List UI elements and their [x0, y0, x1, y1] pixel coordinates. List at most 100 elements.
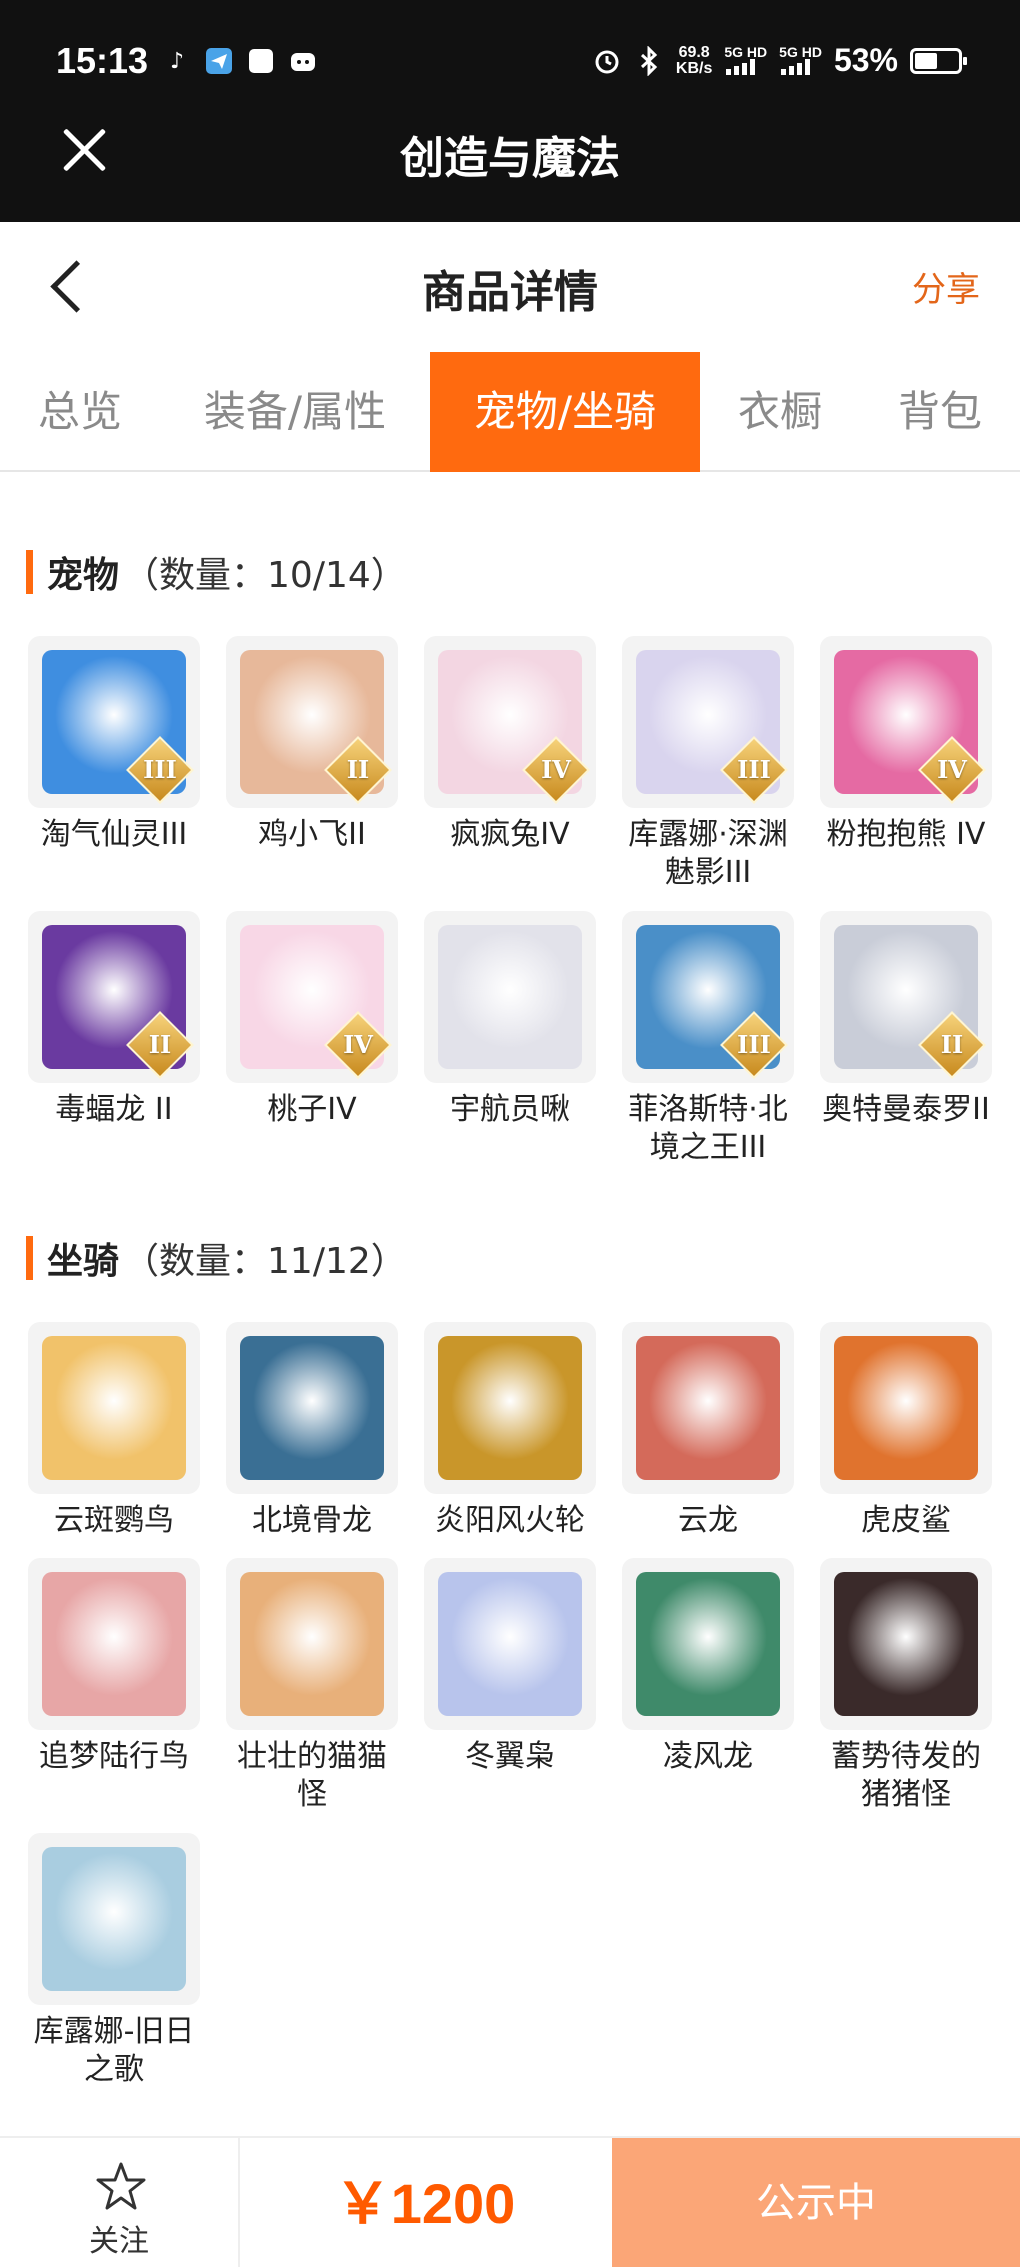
mount-name: 蓄势待发的猪猪怪 — [831, 1739, 981, 1812]
mount-image — [438, 1572, 582, 1716]
mount-name: 壮壮的猫猫怪 — [237, 1739, 387, 1812]
page-title: 商品详情 — [422, 267, 598, 318]
mount-item[interactable]: 虎皮鲨 — [820, 1322, 992, 1540]
mount-image — [240, 1336, 384, 1480]
mount-image — [834, 1572, 978, 1716]
mount-thumbnail — [424, 1558, 596, 1730]
message-app-icon — [204, 46, 234, 76]
mount-name: 云龙 — [678, 1503, 738, 1538]
follow-label: 关注 — [89, 2224, 149, 2259]
app-icon — [246, 46, 276, 76]
pet-thumbnail: II — [820, 911, 992, 1083]
tier-badge-text: III — [143, 755, 177, 784]
bluetooth-icon — [634, 45, 664, 76]
tab-overview[interactable]: 总览 — [0, 352, 160, 472]
mount-name: 追梦陆行鸟 — [39, 1739, 189, 1774]
mount-item[interactable]: 冬翼枭 — [424, 1558, 596, 1776]
pet-name: 库露娜·深渊魅影III — [628, 817, 788, 890]
mount-item[interactable]: 凌风龙 — [622, 1558, 794, 1776]
battery-percent: 53% — [833, 42, 898, 78]
signal-2: 5G HD — [779, 45, 822, 77]
mount-thumbnail — [226, 1322, 398, 1494]
pet-item[interactable]: II 鸡小飞II — [226, 636, 398, 854]
pets-title: 宠物 — [47, 555, 120, 596]
mount-thumbnail — [622, 1322, 794, 1494]
app-bar: 创造与魔法 — [0, 100, 1020, 222]
mount-thumbnail — [622, 1558, 794, 1730]
star-icon — [96, 2162, 146, 2210]
mounts-count: （数量：11/12） — [123, 1241, 407, 1282]
tab-equipment[interactable]: 装备/属性 — [180, 352, 410, 472]
section-marker — [26, 550, 33, 594]
tier-badge-text: IV — [541, 755, 571, 784]
mount-item[interactable]: 云斑鹦鸟 — [28, 1322, 200, 1540]
tier-badge-text: IV — [937, 755, 967, 784]
pet-item[interactable]: 宇航员啾 — [424, 911, 596, 1129]
mount-item[interactable]: 蓄势待发的猪猪怪 — [820, 1558, 992, 1814]
mount-image — [240, 1572, 384, 1716]
pets-count: （数量：10/14） — [123, 555, 407, 596]
follow-button[interactable]: 关注 — [0, 2138, 240, 2267]
page-header: 商品详情 分享 — [0, 222, 1020, 352]
pet-name: 毒蝠龙 II — [55, 1092, 173, 1127]
pet-name: 宇航员啾 — [450, 1092, 570, 1127]
pet-item[interactable]: III 淘气仙灵III — [28, 636, 200, 854]
mount-thumbnail — [820, 1558, 992, 1730]
pet-item[interactable]: IV 疯疯兔IV — [424, 636, 596, 854]
tab-bar: 总览 装备/属性 宠物/坐骑 衣橱 背包 — [0, 352, 1020, 472]
mount-item[interactable]: 壮壮的猫猫怪 — [226, 1558, 398, 1814]
mount-item[interactable]: 炎阳风火轮 — [424, 1322, 596, 1540]
pet-item[interactable]: IV 粉抱抱熊 IV — [820, 636, 992, 854]
status-right: 69.8 KB/s 5G HD 5G HD 53% — [592, 42, 967, 79]
mount-name: 虎皮鲨 — [861, 1503, 951, 1538]
notification-icons: ♪ — [162, 46, 318, 76]
mount-image — [636, 1572, 780, 1716]
mount-image — [42, 1847, 186, 1991]
mount-thumbnail — [28, 1322, 200, 1494]
mounts-title: 坐骑 — [47, 1241, 120, 1282]
mount-image — [834, 1336, 978, 1480]
tab-backpack[interactable]: 背包 — [870, 352, 1010, 472]
public-notice-button[interactable]: 公示中 — [612, 2138, 1020, 2267]
battery-icon — [910, 47, 967, 74]
mount-item[interactable]: 库露娜-旧日之歌 — [28, 1833, 200, 2089]
mount-name: 库露娜-旧日之歌 — [33, 2014, 195, 2087]
pet-thumbnail: IV — [226, 911, 398, 1083]
mount-name: 凌风龙 — [663, 1739, 753, 1774]
tab-wardrobe[interactable]: 衣橱 — [710, 352, 850, 472]
mount-item[interactable]: 追梦陆行鸟 — [28, 1558, 200, 1776]
mount-thumbnail — [28, 1558, 200, 1730]
pet-name: 奥特曼泰罗II — [822, 1092, 990, 1127]
mount-item[interactable]: 云龙 — [622, 1322, 794, 1540]
pet-item[interactable]: II 毒蝠龙 II — [28, 911, 200, 1129]
status-time: 15:13 — [56, 40, 149, 81]
bottom-bar: 关注 ￥1200 公示中 — [0, 2136, 1020, 2267]
pet-item[interactable]: II 奥特曼泰罗II — [820, 911, 992, 1129]
pet-thumbnail: II — [28, 911, 200, 1083]
pet-thumbnail: II — [226, 636, 398, 808]
share-button[interactable]: 分享 — [912, 262, 980, 311]
price: ￥1200 — [334, 2172, 516, 2235]
signal-2-label: 5G HD — [779, 43, 822, 60]
pet-thumbnail — [424, 911, 596, 1083]
signal-bars-icon — [726, 58, 756, 75]
pet-thumbnail: IV — [820, 636, 992, 808]
pet-item[interactable]: IV 桃子IV — [226, 911, 398, 1129]
mount-name: 云斑鹦鸟 — [54, 1503, 174, 1538]
tier-badge-text: II — [148, 1030, 172, 1059]
tier-badge-text: II — [940, 1030, 964, 1059]
speed-value: 69.8 — [678, 43, 710, 61]
pet-name: 桃子IV — [267, 1092, 357, 1127]
pet-item[interactable]: III 库露娜·深渊魅影III — [622, 636, 794, 892]
mount-name: 炎阳风火轮 — [435, 1503, 585, 1538]
tab-pets-mounts[interactable]: 宠物/坐骑 — [430, 352, 700, 472]
mounts-section-title: 坐骑 （数量：11/12） — [26, 1232, 407, 1284]
mount-name: 冬翼枭 — [465, 1739, 555, 1774]
mount-image — [42, 1336, 186, 1480]
signal-1: 5G HD — [724, 45, 767, 77]
game-app-icon — [288, 46, 318, 76]
mount-image — [438, 1336, 582, 1480]
pet-item[interactable]: III 菲洛斯特·北境之王III — [622, 911, 794, 1167]
mount-item[interactable]: 北境骨龙 — [226, 1322, 398, 1540]
tier-badge-text: III — [737, 755, 771, 784]
